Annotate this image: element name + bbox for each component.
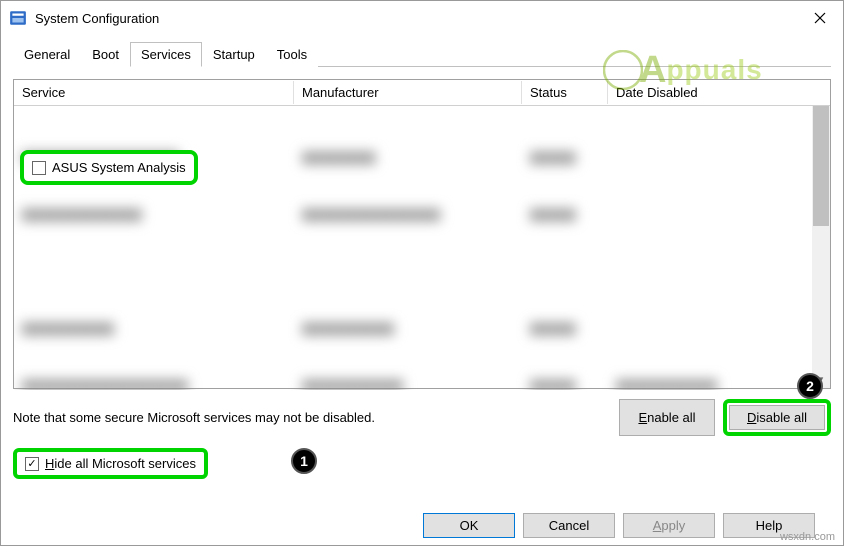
content-area: Service Manufacturer Status Date Disable… [1,67,843,560]
hide-checkbox-highlight: ✓ Hide all Microsoft services [13,448,208,479]
column-status[interactable]: Status [522,81,608,104]
enable-all-button[interactable]: Enable all [619,399,715,436]
step-badge-1: 1 [291,448,317,474]
msconfig-icon [9,9,27,27]
disable-all-highlight: 2 Disable all [723,399,831,436]
scrollbar-vertical[interactable]: ▾ [812,106,830,388]
tabs: General Boot Services Startup Tools [13,41,831,67]
service-label: ASUS System Analysis [52,160,186,175]
apply-button[interactable]: Apply [623,513,715,538]
system-configuration-window: System Configuration General Boot Servic… [0,0,844,546]
enable-disable-buttons: Enable all 2 Disable all [619,399,831,436]
tab-services[interactable]: Services [130,42,202,67]
titlebar: System Configuration [1,1,843,35]
column-service[interactable]: Service [14,81,294,104]
note-text: Note that some secure Microsoft services… [13,410,375,425]
note-row: Note that some secure Microsoft services… [13,399,831,436]
service-highlight-asus: ASUS System Analysis [20,150,198,185]
dialog-buttons: OK Cancel Apply Help [13,503,831,548]
blurred-rows: ▓▓▓▓▓▓▓▓▓▓▓▓▓▓▓▓▓▓▓▓▓▓▓▓▓▓▓▓▓▓ ▓▓▓▓▓▓▓▓▓… [14,106,830,390]
window-title: System Configuration [35,11,159,26]
hide-microsoft-label: Hide all Microsoft services [45,456,196,471]
tab-startup[interactable]: Startup [202,42,266,67]
scrollbar-thumb[interactable] [813,106,829,226]
table-body: ▓▓▓▓▓▓▓▓▓▓▓▓▓▓▓▓▓▓▓▓▓▓▓▓▓▓▓▓▓▓ ▓▓▓▓▓▓▓▓▓… [14,106,830,390]
services-table: Service Manufacturer Status Date Disable… [13,79,831,389]
ok-button[interactable]: OK [423,513,515,538]
service-checkbox[interactable] [32,161,46,175]
tab-boot[interactable]: Boot [81,42,130,67]
hide-microsoft-checkbox[interactable]: ✓ [25,457,39,471]
tab-general[interactable]: General [13,42,81,67]
column-manufacturer[interactable]: Manufacturer [294,81,522,104]
cancel-button[interactable]: Cancel [523,513,615,538]
column-date-disabled[interactable]: Date Disabled [608,81,768,104]
disable-all-button[interactable]: Disable all [729,405,825,430]
tab-tools[interactable]: Tools [266,42,318,67]
tabs-container: General Boot Services Startup Tools [1,35,843,67]
table-header: Service Manufacturer Status Date Disable… [14,80,830,106]
hide-row: ✓ Hide all Microsoft services 1 [13,448,831,479]
footer-source: wsxdn.com [780,531,835,543]
close-button[interactable] [797,1,843,35]
step-badge-2: 2 [797,373,823,399]
